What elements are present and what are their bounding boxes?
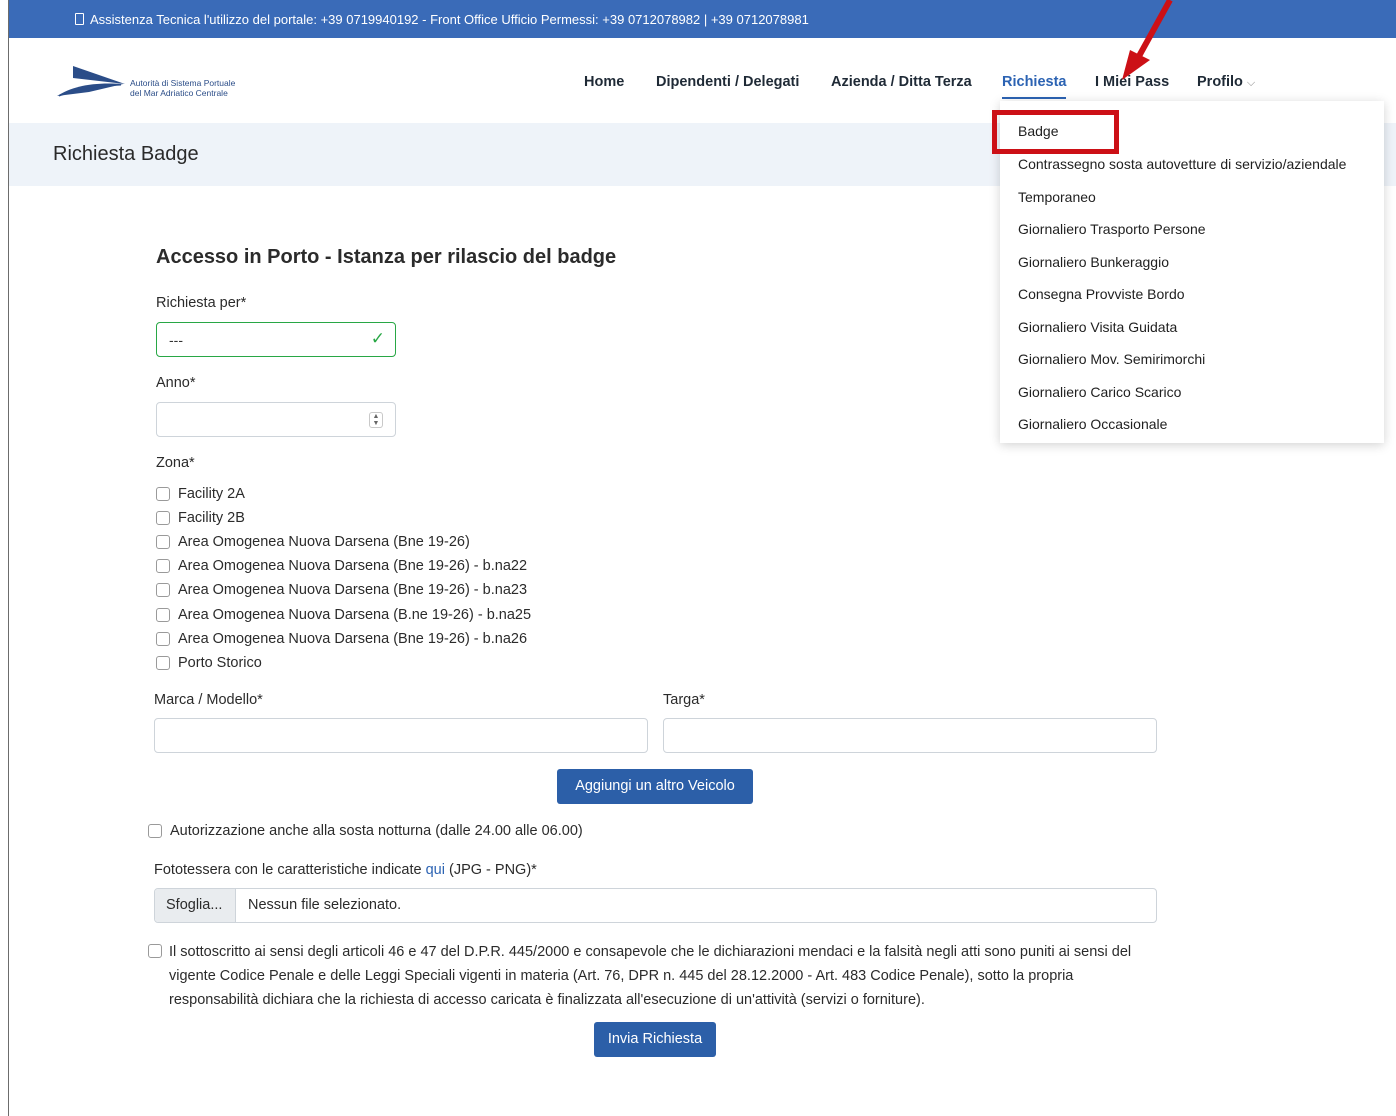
zona-option-label: Area Omogenea Nuova Darsena (Bne 19-26) … (178, 631, 528, 647)
add-vehicle-button[interactable]: Aggiungi un altro Veicolo (557, 769, 753, 804)
zona-checkbox[interactable] (156, 559, 170, 573)
dropdown-item[interactable]: Giornaliero Bunkeraggio (1018, 254, 1169, 270)
targa-label: Targa* (663, 692, 705, 708)
dropdown-item[interactable]: Contrassegno sosta autovetture di serviz… (1018, 156, 1346, 172)
zona-checkbox[interactable] (156, 656, 170, 670)
richiesta-per-value: --- (169, 332, 183, 348)
zona-checkbox[interactable] (156, 535, 170, 549)
zona-option[interactable]: Area Omogenea Nuova Darsena (Bne 19-26) … (156, 629, 527, 649)
zona-option-label: Area Omogenea Nuova Darsena (Bne 19-26) … (178, 558, 528, 574)
zona-option[interactable]: Facility 2A (156, 484, 245, 504)
submit-request-button[interactable]: Invia Richiesta (594, 1022, 716, 1057)
fototessera-label-post: (JPG - PNG)* (449, 862, 537, 878)
nav-profilo[interactable]: Profilo ⌵ (1197, 74, 1255, 90)
anno-label: Anno* (156, 375, 196, 391)
form-heading: Accesso in Porto - Istanza per rilascio … (156, 246, 617, 268)
zona-checkbox[interactable] (156, 487, 170, 501)
dropdown-item[interactable]: Giornaliero Visita Guidata (1018, 319, 1177, 335)
zona-checkbox[interactable] (156, 632, 170, 646)
marca-modello-label: Marca / Modello* (154, 692, 263, 708)
browse-button[interactable]: Sfoglia... (155, 889, 236, 922)
zona-option-label: Porto Storico (178, 655, 262, 671)
zona-option[interactable]: Area Omogenea Nuova Darsena (Bne 19-26) … (156, 556, 527, 576)
red-arrow-icon (1122, 0, 1173, 80)
declaration-checkbox[interactable] (148, 944, 162, 958)
nav-azienda-ditta-terza[interactable]: Azienda / Ditta Terza (831, 74, 972, 90)
nav-dipendenti-delegati[interactable]: Dipendenti / Delegati (656, 74, 799, 90)
sosta-notturna-option[interactable]: Autorizzazione anche alla sosta notturna… (148, 821, 583, 841)
zona-option[interactable]: Area Omogenea Nuova Darsena (Bne 19-26) … (156, 580, 527, 600)
port-authority-logo-icon[interactable] (53, 62, 133, 100)
dropdown-item[interactable]: Temporaneo (1018, 189, 1096, 205)
anno-input[interactable]: ▲ ▼ (156, 402, 396, 437)
zona-option-label: Area Omogenea Nuova Darsena (Bne 19-26) … (178, 582, 528, 598)
dropdown-item[interactable]: Consegna Provviste Bordo (1018, 286, 1185, 302)
sosta-notturna-checkbox[interactable] (148, 824, 162, 838)
nav-profilo-label: Profilo (1197, 74, 1243, 90)
marca-modello-input[interactable] (154, 718, 648, 753)
nav-richiesta[interactable]: Richiesta (1002, 74, 1067, 99)
badge-highlight-box (992, 110, 1119, 154)
file-status: Nessun file selezionato. (248, 897, 402, 913)
chevron-down-icon: ⌵ (1246, 77, 1256, 89)
support-info-text: Assistenza Tecnica l'utilizzo del portal… (90, 11, 809, 27)
zona-option[interactable]: Area Omogenea Nuova Darsena (B.ne 19-26)… (156, 605, 531, 625)
dropdown-item[interactable]: Giornaliero Mov. Semirimorchi (1018, 351, 1205, 367)
fototessera-file-input[interactable]: Sfoglia... Nessun file selezionato. (154, 888, 1157, 923)
dropdown-item[interactable]: Giornaliero Carico Scarico (1018, 384, 1181, 400)
zona-option-label: Facility 2A (178, 486, 245, 502)
zona-checkbox[interactable] (156, 608, 170, 622)
checkmark-icon: ✓ (370, 329, 385, 348)
declaration: Il sottoscritto ai sensi degli articoli … (148, 940, 1148, 1012)
nav-home[interactable]: Home (584, 74, 624, 90)
logo-line-1: Autorità di Sistema Portuale (130, 78, 236, 88)
zona-option-label: Facility 2B (178, 510, 245, 526)
fototessera-label: Fototessera con le caratteristiche indic… (154, 862, 537, 878)
zona-label: Zona* (156, 455, 195, 471)
zona-option[interactable]: Area Omogenea Nuova Darsena (Bne 19-26) (156, 532, 470, 552)
richiesta-per-label: Richiesta per* (156, 295, 247, 311)
zona-option[interactable]: Facility 2B (156, 508, 245, 528)
zona-checkbox[interactable] (156, 583, 170, 597)
fototessera-info-link[interactable]: qui (426, 862, 445, 878)
logo-line-2: del Mar Adriatico Centrale (130, 88, 228, 98)
zona-checkbox[interactable] (156, 511, 170, 525)
logo-text: Autorità di Sistema Portuale del Mar Adr… (130, 78, 235, 98)
dropdown-item[interactable]: Giornaliero Occasionale (1018, 416, 1167, 432)
declaration-text: Il sottoscritto ai sensi degli articoli … (169, 944, 1132, 1008)
zona-option-label: Area Omogenea Nuova Darsena (B.ne 19-26)… (178, 607, 532, 623)
targa-input[interactable] (663, 718, 1157, 753)
spinner-arrows-icon[interactable]: ▲ ▼ (369, 412, 383, 428)
zona-option-label: Area Omogenea Nuova Darsena (Bne 19-26) (178, 534, 470, 550)
sosta-notturna-label: Autorizzazione anche alla sosta notturna… (170, 823, 583, 839)
phone-icon (75, 13, 84, 25)
page-title: Richiesta Badge (53, 143, 199, 165)
fototessera-label-pre: Fototessera con le caratteristiche indic… (154, 862, 422, 878)
dropdown-item[interactable]: Giornaliero Trasporto Persone (1018, 221, 1206, 237)
richiesta-per-select[interactable]: --- ✓ (156, 322, 396, 357)
zona-option[interactable]: Porto Storico (156, 653, 262, 673)
